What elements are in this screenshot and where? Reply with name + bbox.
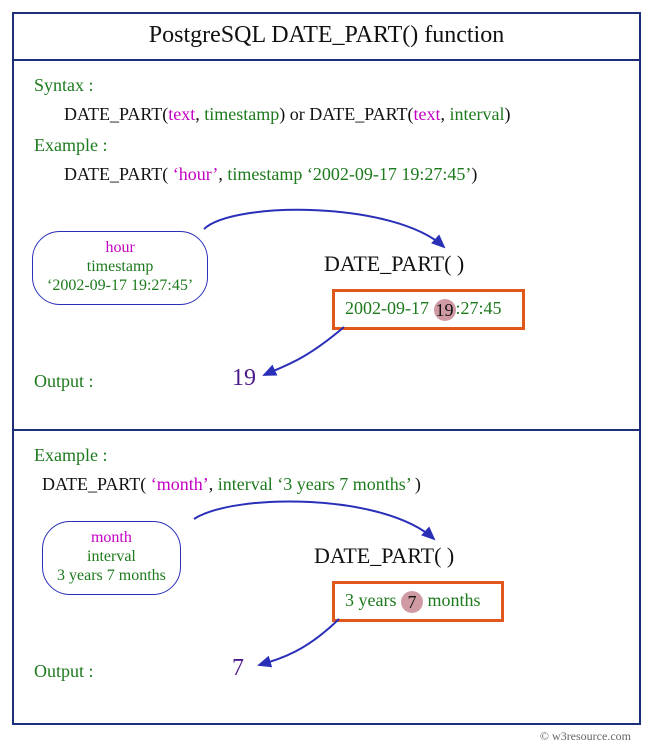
output-value: 7 [232, 655, 244, 682]
credit: © w3resource.com [12, 725, 637, 744]
fn-name: DATE_PART( [64, 104, 168, 124]
syntax-line: DATE_PART(text, timestamp) or DATE_PART(… [64, 104, 619, 125]
example-call: DATE_PART( ‘hour’, timestamp ‘2002-09-17… [64, 164, 619, 185]
arg-interval: interval [450, 104, 505, 124]
bubble-field: hour [47, 238, 193, 257]
highlighted-value: 19 [434, 299, 456, 321]
input-bubble: month interval 3 years 7 months [42, 521, 181, 595]
syntax-label: Syntax : [34, 75, 619, 96]
highlight-box: 2002-09-17 19:27:45 [332, 289, 525, 330]
bubble-type: timestamp [47, 257, 193, 276]
bubble-value: 3 years 7 months [57, 566, 166, 585]
output-label: Output : [34, 661, 94, 682]
example-call: DATE_PART( ‘month’, interval ‘3 years 7 … [42, 474, 619, 495]
diagram-frame: PostgreSQL DATE_PART() function Syntax :… [12, 12, 641, 725]
highlight-box: 3 years 7 months [332, 581, 504, 622]
example-label: Example : [34, 135, 619, 156]
example-2: Example : DATE_PART( ‘month’, interval ‘… [14, 429, 639, 723]
example-1: Syntax : DATE_PART(text, timestamp) or D… [14, 61, 639, 429]
bubble-type: interval [57, 547, 166, 566]
page-title: PostgreSQL DATE_PART() function [14, 14, 639, 61]
bubble-value: ‘2002-09-17 19:27:45’ [47, 276, 193, 295]
arg-text: text [168, 104, 195, 124]
arg-timestamp: timestamp [204, 104, 279, 124]
datepart-call: DATE_PART( ) [324, 251, 464, 277]
highlighted-value: 7 [401, 591, 423, 613]
input-bubble: hour timestamp ‘2002-09-17 19:27:45’ [32, 231, 208, 305]
output-value: 19 [232, 365, 256, 392]
example-label: Example : [34, 445, 619, 466]
output-label: Output : [34, 371, 94, 392]
bubble-field: month [57, 528, 166, 547]
datepart-call: DATE_PART( ) [314, 543, 454, 569]
